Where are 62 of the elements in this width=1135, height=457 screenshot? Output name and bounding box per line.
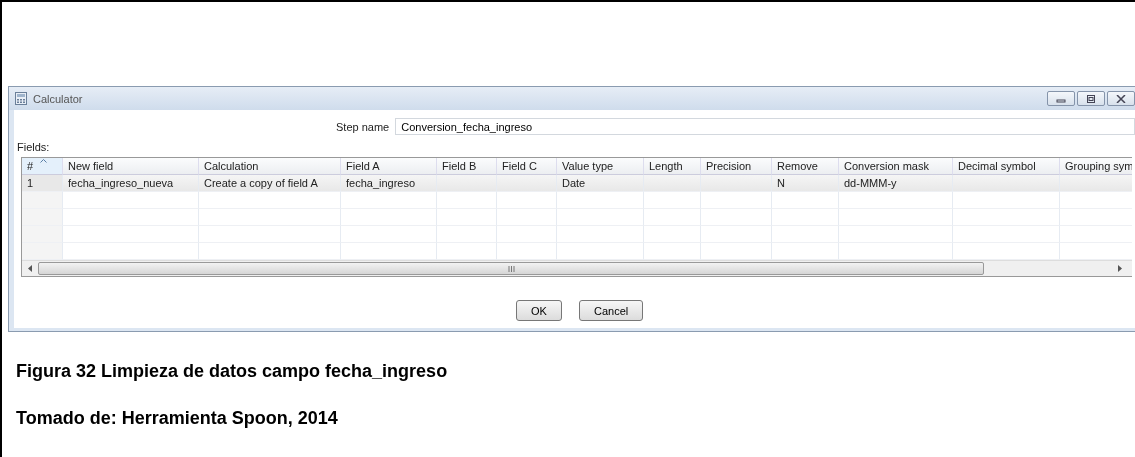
table-cell: fecha_ingreso_nueva	[63, 175, 199, 192]
ok-button[interactable]: OK	[516, 300, 562, 321]
table-cell	[701, 209, 772, 226]
source-note: Tomado de: Herramienta Spoon, 2014	[16, 408, 339, 430]
horizontal-scrollbar[interactable]	[22, 260, 1132, 276]
column-header[interactable]: Field C	[497, 158, 557, 175]
table-cell: 1	[22, 175, 63, 192]
table-cell	[22, 226, 63, 243]
table-cell	[22, 192, 63, 209]
table-cell: Date	[557, 175, 644, 192]
grip-icon	[507, 265, 515, 272]
maximize-button[interactable]	[1077, 91, 1105, 106]
step-name-label: Step name	[336, 120, 390, 133]
table-cell	[22, 243, 63, 260]
table-cell: N	[772, 175, 839, 192]
scroll-left-icon[interactable]	[28, 265, 32, 272]
scrollbar-thumb[interactable]	[38, 262, 984, 275]
column-header[interactable]: New field	[63, 158, 199, 175]
table-cell	[437, 209, 497, 226]
table-cell: fecha_ingreso	[341, 175, 437, 192]
table-cell	[644, 209, 701, 226]
close-icon	[1116, 94, 1126, 103]
table-cell	[1060, 175, 1132, 192]
column-header[interactable]: Decimal symbol	[953, 158, 1060, 175]
table-cell	[701, 226, 772, 243]
column-header[interactable]: Calculation	[199, 158, 341, 175]
column-header[interactable]: Precision	[701, 158, 772, 175]
column-header[interactable]: Conversion mask	[839, 158, 953, 175]
table-cell	[772, 226, 839, 243]
column-header[interactable]: Field A	[341, 158, 437, 175]
column-header[interactable]: Value type	[557, 158, 644, 175]
close-button[interactable]	[1107, 91, 1135, 106]
table-cell	[497, 175, 557, 192]
table-cell	[497, 209, 557, 226]
table-cell	[701, 175, 772, 192]
table-cell	[644, 192, 701, 209]
column-header[interactable]: Grouping sym	[1060, 158, 1132, 175]
table-cell	[644, 175, 701, 192]
table-cell	[497, 226, 557, 243]
fields-label: Fields:	[17, 141, 51, 154]
table-cell: Create a copy of field A	[199, 175, 341, 192]
table-cell	[22, 209, 63, 226]
window-title: Calculator	[33, 92, 83, 105]
table-cell	[437, 192, 497, 209]
maximize-icon	[1086, 94, 1096, 103]
column-header[interactable]: #	[22, 158, 63, 175]
column-header[interactable]: Length	[644, 158, 701, 175]
calculator-icon	[15, 92, 27, 105]
table-cell	[437, 175, 497, 192]
table-cell	[772, 192, 839, 209]
table-cell	[437, 226, 497, 243]
table-cell	[644, 226, 701, 243]
table-cell	[701, 192, 772, 209]
cancel-button[interactable]: Cancel	[579, 300, 644, 321]
column-header[interactable]: Remove	[772, 158, 839, 175]
figure-caption: Figura 32 Limpieza de datos campo fecha_ingreso	[16, 361, 449, 383]
table-cell: dd-MMM-y	[839, 175, 953, 192]
column-header[interactable]: Field B	[437, 158, 497, 175]
table-cell	[497, 192, 557, 209]
step-name-field[interactable]: Conversion_fecha_ingreso	[395, 118, 1135, 135]
scroll-right-icon[interactable]	[1118, 265, 1122, 272]
table-cell	[772, 209, 839, 226]
